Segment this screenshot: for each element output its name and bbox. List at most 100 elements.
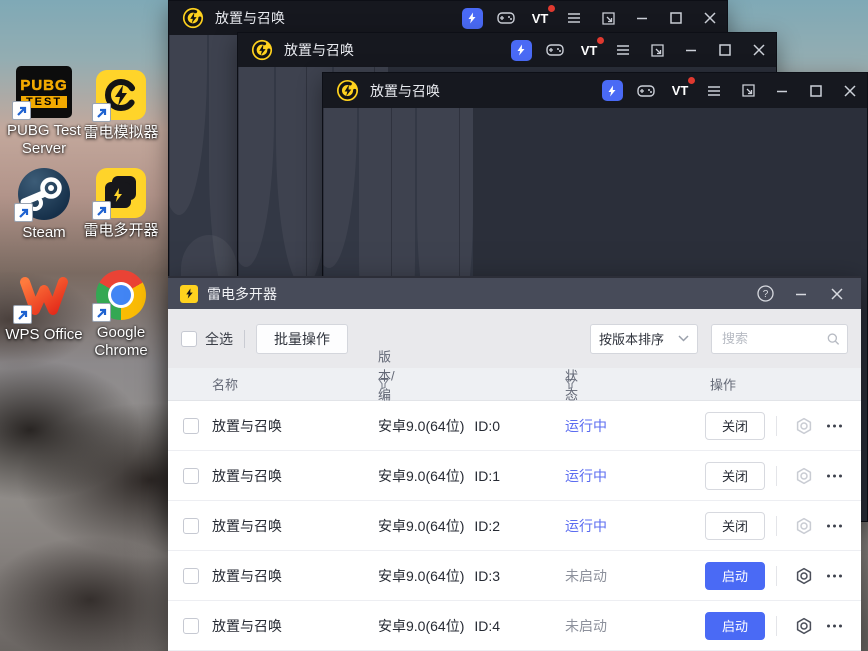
vt-indicator[interactable]: VT — [523, 1, 557, 35]
minimize-button[interactable] — [765, 73, 799, 108]
maximize-button[interactable] — [708, 33, 742, 67]
menu-icon[interactable] — [557, 1, 591, 35]
desktop-icon-ld-multiplayer[interactable]: 雷电多开器 — [82, 168, 160, 240]
row-checkbox[interactable] — [183, 468, 199, 484]
close-button[interactable] — [693, 1, 727, 35]
status-badge: 未启动 — [565, 616, 607, 636]
titlebar[interactable]: 放置与召唤 VT — [169, 1, 727, 35]
shortcut-arrow-icon — [92, 201, 111, 220]
more-options-icon[interactable] — [827, 424, 842, 427]
stop-button[interactable]: 关闭 — [705, 412, 765, 440]
divider — [776, 566, 777, 586]
shortcut-arrow-icon — [12, 101, 31, 120]
status-badge: 运行中 — [565, 416, 607, 436]
chrome-icon — [96, 270, 146, 320]
chevron-down-icon — [678, 335, 689, 342]
header-status[interactable]: 状态 — [565, 379, 576, 390]
search-box[interactable] — [711, 324, 848, 354]
desktop-icon-label: Google Chrome — [82, 324, 160, 360]
boost-icon[interactable] — [504, 33, 538, 67]
gamepad-icon[interactable] — [629, 73, 663, 108]
row-checkbox[interactable] — [183, 618, 199, 634]
menu-icon[interactable] — [606, 33, 640, 67]
instance-name: 放置与召唤 — [212, 566, 282, 586]
stop-button[interactable]: 关闭 — [705, 512, 765, 540]
multiplayer-manager-window: 雷电多开器 ? 全选 批量操作 按版本排序 — [168, 276, 861, 651]
table-row: 放置与召唤 安卓9.0(64位)ID:0 运行中 关闭 — [168, 401, 861, 451]
more-options-icon[interactable] — [827, 624, 842, 627]
settings-gear-icon[interactable] — [795, 467, 813, 485]
start-button[interactable]: 启动 — [705, 612, 765, 640]
desktop-icon-ldplayer[interactable]: 雷电模拟器 — [82, 70, 160, 142]
search-input[interactable] — [720, 330, 827, 347]
boost-icon[interactable] — [455, 1, 489, 35]
header-version[interactable]: 版本/编号 — [378, 379, 389, 390]
row-checkbox[interactable] — [183, 518, 199, 534]
minimize-button[interactable] — [783, 278, 819, 309]
instance-version: 安卓9.0(64位)ID:1 — [378, 466, 500, 486]
sort-dropdown-value: 按版本排序 — [599, 329, 664, 348]
table-row: 放置与召唤 安卓9.0(64位)ID:2 运行中 关闭 — [168, 501, 861, 551]
desktop: PUBG TEST PUBG Test Server 雷电模拟器 — [0, 0, 868, 651]
row-checkbox[interactable] — [183, 568, 199, 584]
desktop-icon-label: PUBG Test Server — [5, 122, 83, 158]
more-options-icon[interactable] — [827, 574, 842, 577]
desktop-icon-label: Steam — [22, 224, 65, 242]
close-button[interactable] — [819, 278, 855, 309]
status-badge: 运行中 — [565, 466, 607, 486]
batch-operations-button[interactable]: 批量操作 — [256, 324, 348, 354]
divider — [776, 466, 777, 486]
titlebar[interactable]: 雷电多开器 ? — [168, 278, 861, 309]
notification-dot — [548, 5, 555, 12]
popout-icon[interactable] — [591, 1, 625, 35]
settings-gear-icon[interactable] — [795, 567, 813, 585]
shortcut-arrow-icon — [92, 303, 111, 322]
desktop-icon-pubg[interactable]: PUBG TEST PUBG Test Server — [5, 66, 83, 158]
desktop-icon-wps[interactable]: WPS Office — [5, 270, 83, 344]
select-all-checkbox[interactable] — [181, 331, 197, 347]
window-title: 雷电多开器 — [207, 284, 277, 304]
settings-gear-icon[interactable] — [795, 517, 813, 535]
table-row: 放置与召唤 安卓9.0(64位)ID:1 运行中 关闭 — [168, 451, 861, 501]
desktop-icon-label: 雷电模拟器 — [83, 124, 158, 142]
start-button[interactable]: 启动 — [705, 562, 765, 590]
gamepad-icon[interactable] — [538, 33, 572, 67]
divider — [776, 416, 777, 436]
maximize-button[interactable] — [659, 1, 693, 35]
desktop-icon-steam[interactable]: Steam — [5, 168, 83, 242]
instance-name: 放置与召唤 — [212, 466, 282, 486]
popout-icon[interactable] — [640, 33, 674, 67]
desktop-icon-chrome[interactable]: Google Chrome — [82, 270, 160, 360]
close-button[interactable] — [742, 33, 776, 67]
vt-indicator[interactable]: VT — [663, 73, 697, 108]
stop-button[interactable]: 关闭 — [705, 462, 765, 490]
help-button[interactable]: ? — [747, 278, 783, 309]
sort-dropdown[interactable]: 按版本排序 — [590, 324, 698, 354]
vt-indicator[interactable]: VT — [572, 33, 606, 67]
settings-gear-icon[interactable] — [795, 617, 813, 635]
row-checkbox[interactable] — [183, 418, 199, 434]
window-title: 放置与召唤 — [284, 40, 354, 60]
table-row: 放置与召唤 安卓9.0(64位)ID:4 未启动 启动 — [168, 601, 861, 651]
window-title: 放置与召唤 — [215, 8, 285, 28]
maximize-button[interactable] — [799, 73, 833, 108]
settings-gear-icon[interactable] — [795, 417, 813, 435]
notification-dot — [597, 37, 604, 44]
boost-icon[interactable] — [595, 73, 629, 108]
more-options-icon[interactable] — [827, 524, 842, 527]
menu-icon[interactable] — [697, 73, 731, 108]
minimize-button[interactable] — [625, 1, 659, 35]
gamepad-icon[interactable] — [489, 1, 523, 35]
popout-icon[interactable] — [731, 73, 765, 108]
wps-icon — [17, 270, 71, 322]
ldplayer-logo-icon — [336, 79, 359, 102]
minimize-button[interactable] — [674, 33, 708, 67]
close-button[interactable] — [833, 73, 867, 108]
steam-icon — [18, 168, 70, 220]
toolbar: 全选 批量操作 按版本排序 — [168, 309, 861, 368]
titlebar[interactable]: 放置与召唤 VT — [238, 33, 776, 67]
titlebar[interactable]: 放置与召唤 VT — [323, 73, 867, 108]
instance-name: 放置与召唤 — [212, 516, 282, 536]
more-options-icon[interactable] — [827, 474, 842, 477]
table-header: 名称 版本/编号 状态 操作 — [168, 368, 861, 401]
